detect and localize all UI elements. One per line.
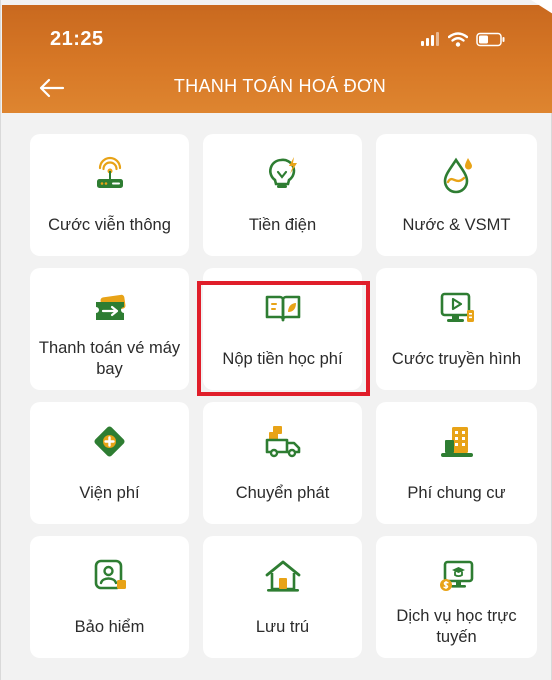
service-label: Lưu trú [255, 617, 310, 636]
service-lodging[interactable]: Lưu trú [203, 536, 362, 658]
nav-bar: THANH TOÁN HOÁ ĐƠN [2, 63, 552, 113]
service-label: Nước & VSMT [402, 215, 511, 234]
cursor-arrow-icon [531, 0, 552, 14]
house-icon [265, 560, 300, 592]
service-tuition[interactable]: Nộp tiền học phí [203, 268, 362, 390]
service-cable-tv[interactable]: Cước truyền hình [376, 268, 537, 390]
plane-ticket-icon [95, 294, 125, 320]
service-delivery[interactable]: Chuyển phát [203, 402, 362, 524]
status-icons [420, 31, 506, 47]
service-electricity[interactable]: Tiền điện [203, 134, 362, 256]
service-label: Nộp tiền học phí [222, 349, 343, 368]
service-label: Cước viễn thông [48, 215, 171, 234]
tv-monitor-icon [440, 292, 474, 322]
router-icon [96, 156, 123, 188]
service-insurance[interactable]: Bảo hiểm [30, 536, 189, 658]
page-title: THANH TOÁN HOÁ ĐƠN [173, 76, 387, 96]
app-header: 21:25 THANH TOÁN HOÁ ĐƠN [2, 5, 552, 113]
wifi-icon [448, 31, 468, 47]
signal-icon [421, 32, 439, 46]
apartment-building-icon [440, 427, 473, 457]
open-book-icon [265, 295, 300, 322]
phone-screen: 21:25 THANH TOÁN HOÁ ĐƠN Cước viễn thông… [0, 0, 552, 680]
service-grid: Cước viễn thông Tiền điện Nước & VSMT Th… [30, 134, 537, 658]
service-label: Tiền điện [248, 215, 317, 234]
service-label: Phí chung cư [407, 483, 506, 502]
service-water[interactable]: Nước & VSMT [376, 134, 537, 256]
service-label: Bảo hiểm [74, 617, 145, 636]
online-learning-icon [439, 560, 473, 591]
service-hospital-fee[interactable]: Viện phí [30, 402, 189, 524]
water-drop-icon [443, 157, 472, 194]
service-label: Viện phí [79, 483, 140, 502]
service-online-learning[interactable]: Dịch vụ học trực tuyến [376, 536, 537, 658]
lightbulb-icon [268, 157, 297, 188]
service-label: Thanh toán vé máy bay [38, 339, 181, 378]
service-apartment-fee[interactable]: Phí chung cư [376, 402, 537, 524]
service-telecom[interactable]: Cước viễn thông [30, 134, 189, 256]
service-label: Chuyển phát [235, 483, 330, 502]
service-label: Dịch vụ học trực tuyến [396, 607, 517, 646]
delivery-truck-icon [265, 426, 300, 458]
medical-cross-icon [93, 426, 125, 457]
battery-icon [476, 32, 505, 46]
status-time: 21:25 [50, 28, 104, 50]
insurance-person-icon [94, 559, 126, 590]
service-plane-ticket[interactable]: Thanh toán vé máy bay [30, 268, 189, 390]
status-bar: 21:25 [2, 5, 552, 63]
service-label: Cước truyền hình [391, 349, 522, 368]
